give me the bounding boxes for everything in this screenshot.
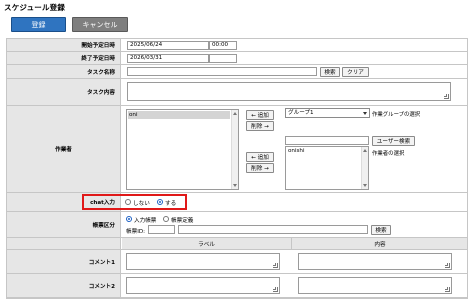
task-search-button[interactable]: 検索 xyxy=(320,67,340,77)
form-input-label: 入力帳票 xyxy=(134,218,157,224)
resize-grip-icon[interactable] xyxy=(444,94,449,99)
resize-grip-icon[interactable] xyxy=(445,287,450,292)
scroll-down-icon[interactable] xyxy=(233,184,237,187)
comment-1-label-textarea[interactable] xyxy=(126,253,280,270)
form-search-button[interactable]: 検索 xyxy=(371,225,391,235)
row-task-content: タスク内容 xyxy=(7,79,467,106)
add-worker-button-bottom[interactable]: ← 追加 xyxy=(246,152,274,162)
form-id-input[interactable] xyxy=(148,225,175,234)
comment-2-content-textarea[interactable] xyxy=(298,277,452,294)
form-name-input[interactable] xyxy=(178,225,368,234)
comment-2-label-textarea[interactable] xyxy=(126,277,280,294)
user-search-input[interactable] xyxy=(285,136,369,145)
workers-label: 作業者 xyxy=(7,106,121,192)
row-chat-input: chat入力 しない する xyxy=(7,193,467,212)
user-search-button[interactable]: ユーザー検索 xyxy=(372,136,415,146)
comment-2-label: コメント2 xyxy=(7,274,121,297)
form-type-label: 帳票区分 xyxy=(7,212,121,237)
task-clear-button[interactable]: クリア xyxy=(342,67,369,77)
scroll-up-icon[interactable] xyxy=(363,149,367,152)
start-date-label: 開始予定日時 xyxy=(7,39,121,51)
list-item[interactable]: oni xyxy=(128,111,230,119)
schedule-form: 開始予定日時 2025/06/24 00:00 終了予定日時 2026/03/3… xyxy=(6,38,468,299)
label-column-header: ラベル xyxy=(122,238,292,249)
task-name-label: タスク名称 xyxy=(7,65,121,78)
row-start-date: 開始予定日時 2025/06/24 00:00 xyxy=(7,39,467,52)
resize-grip-icon[interactable] xyxy=(445,263,450,268)
form-definition-label: 帳票定義 xyxy=(171,218,194,224)
user-select-note: 作業者の選択 xyxy=(372,151,405,157)
register-button[interactable]: 登録 xyxy=(11,17,66,32)
row-comment-1: コメント1 xyxy=(7,250,467,274)
form-id-label: 帳票ID: xyxy=(126,229,146,235)
group-select-value: グループ1 xyxy=(288,110,314,116)
cancel-button[interactable]: キャンセル xyxy=(72,17,128,32)
selected-workers-list[interactable]: oni xyxy=(126,109,239,190)
resize-grip-icon[interactable] xyxy=(273,263,278,268)
end-time-input[interactable] xyxy=(209,54,237,63)
end-date-label: 終了予定日時 xyxy=(7,52,121,64)
row-form-type: 帳票区分 入力帳票 帳票定義 帳票ID: 検索 xyxy=(7,212,467,238)
group-select-note: 作業グループの選択 xyxy=(372,112,421,118)
user-list[interactable]: onishi xyxy=(285,146,369,190)
row-task-name: タスク名称 検索 クリア xyxy=(7,65,467,79)
end-date-input[interactable]: 2026/03/31 xyxy=(127,54,209,63)
remove-worker-button-top[interactable]: 削除 → xyxy=(246,121,274,131)
comment-1-content-textarea[interactable] xyxy=(298,253,452,270)
scrollbar[interactable] xyxy=(231,110,238,189)
row-end-date: 終了予定日時 2026/03/31 xyxy=(7,52,467,65)
group-select[interactable]: グループ1 xyxy=(285,108,370,118)
add-worker-button-top[interactable]: ← 追加 xyxy=(246,110,274,120)
row-comments-header: ラベル 内容 xyxy=(7,238,467,250)
comments-header-spacer xyxy=(7,238,121,249)
row-comment-2: コメント2 xyxy=(7,274,467,298)
scrollbar[interactable] xyxy=(361,147,368,189)
window-title: スケジュール登録 xyxy=(4,3,66,12)
chat-input-highlight-box xyxy=(82,194,187,210)
form-definition-radio[interactable] xyxy=(163,216,169,222)
form-input-radio[interactable] xyxy=(126,216,132,222)
resize-grip-icon[interactable] xyxy=(273,287,278,292)
list-item[interactable]: onishi xyxy=(288,148,305,154)
scroll-down-icon[interactable] xyxy=(363,184,367,187)
chevron-down-icon xyxy=(363,112,367,115)
row-workers: 作業者 oni ← 追加 削除 → グループ1 作業グループの選択 ユーザー検索… xyxy=(7,106,467,193)
start-time-input[interactable]: 00:00 xyxy=(209,41,237,50)
task-name-input[interactable] xyxy=(127,67,317,76)
content-column-header: 内容 xyxy=(374,241,386,248)
task-content-textarea[interactable] xyxy=(127,82,451,101)
scroll-up-icon[interactable] xyxy=(233,112,237,115)
start-date-input[interactable]: 2025/06/24 xyxy=(127,41,209,50)
remove-worker-button-bottom[interactable]: 削除 → xyxy=(246,163,274,173)
task-content-label: タスク内容 xyxy=(7,79,121,105)
comment-1-label: コメント1 xyxy=(7,250,121,273)
